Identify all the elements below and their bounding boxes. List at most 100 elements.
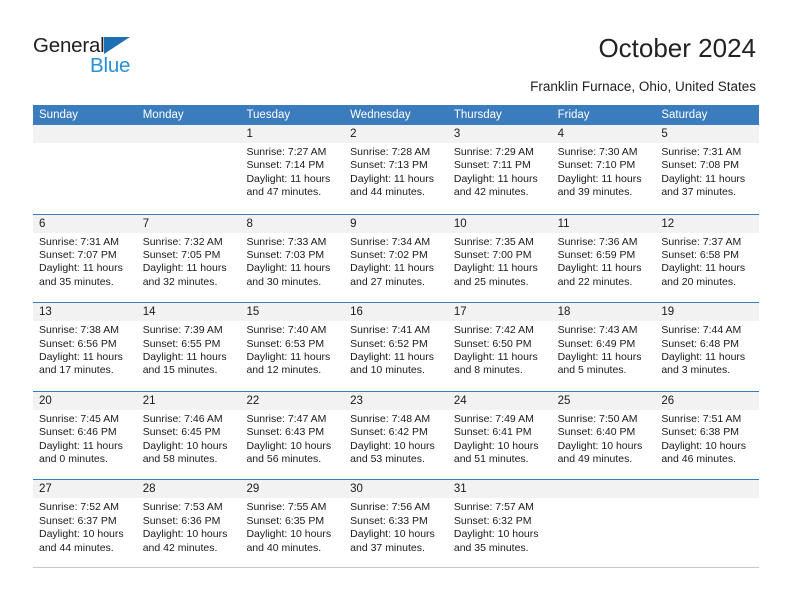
day-number: [33, 125, 137, 143]
calendar-day-cell[interactable]: 7 Sunrise: 7:32 AM Sunset: 7:05 PM Daylight…: [136, 214, 241, 303]
sunset-text: Sunset: 6:56 PM: [39, 337, 117, 350]
calendar-day-cell[interactable]: 19 Sunrise: 7:44 AM Sunset: 6:48 PM Dayligh…: [655, 303, 760, 391]
day-sun-info: Sunrise: 7:34 AM Sunset: 7:02 PM Daylight:…: [344, 233, 448, 290]
daylight-text-line2: and 17 minutes.: [39, 364, 114, 377]
calendar-day-cell[interactable]: 30 Sunrise: 7:56 AM Sunset: 6:33 PM Dayligh…: [344, 480, 448, 567]
calendar-day-cell[interactable]: 15 Sunrise: 7:40 AM Sunset: 6:53 PM Dayligh…: [240, 303, 345, 391]
calendar-week-row: 1 Sunrise: 7:27 AM Sunset: 7:14 PM Daylight…: [33, 125, 760, 214]
sunrise-text: Sunrise: 7:34 AM: [350, 235, 431, 248]
calendar-day-cell[interactable]: 18 Sunrise: 7:43 AM Sunset: 6:49 PM Dayligh…: [551, 303, 656, 391]
calendar-day-cell[interactable]: 4 Sunrise: 7:30 AM Sunset: 7:10 PM Daylight…: [551, 125, 656, 214]
weekday-header-wednesday: Wednesday: [350, 109, 411, 121]
calendar-day-cell[interactable]: 20 Sunrise: 7:45 AM Sunset: 6:46 PM Dayligh…: [33, 391, 137, 480]
general-blue-logo[interactable]: General Blue: [33, 34, 213, 82]
sunrise-text: Sunrise: 7:32 AM: [142, 235, 223, 248]
day-number: 15: [240, 303, 345, 322]
calendar-day-cell[interactable]: 22 Sunrise: 7:47 AM Sunset: 6:43 PM Dayligh…: [240, 391, 345, 480]
sunset-text: Sunset: 7:02 PM: [350, 249, 428, 261]
calendar-day-cell[interactable]: 24 Sunrise: 7:49 AM Sunset: 6:41 PM Dayligh…: [447, 391, 552, 480]
daylight-text-line2: and 35 minutes.: [453, 541, 529, 554]
sunrise-text: Sunrise: 7:48 AM: [350, 412, 431, 425]
daylight-text-line1: Daylight: 11 hours: [39, 262, 123, 275]
day-sun-info: Sunrise: 7:53 AM Sunset: 6:36 PM Daylight:…: [137, 498, 241, 555]
weekday-header-saturday: Saturday: [661, 109, 708, 121]
sunset-text: Sunset: 6:38 PM: [661, 426, 739, 439]
sunrise-text: Sunrise: 7:37 AM: [661, 235, 742, 248]
day-number: 18: [551, 303, 656, 322]
daylight-text-line2: and 46 minutes.: [661, 453, 737, 465]
daylight-text-line1: Daylight: 11 hours: [557, 172, 642, 185]
calendar-day-cell[interactable]: 27 Sunrise: 7:52 AM Sunset: 6:37 PM Dayligh…: [33, 480, 137, 567]
calendar-day-cell[interactable]: 12 Sunrise: 7:37 AM Sunset: 6:58 PM Dayligh…: [655, 214, 760, 303]
calendar-day-cell[interactable]: 9 Sunrise: 7:34 AM Sunset: 7:02 PM Daylight…: [344, 214, 448, 303]
day-number: 20: [33, 391, 137, 410]
calendar-day-cell[interactable]: 8 Sunrise: 7:33 AM Sunset: 7:03 PM Daylight…: [240, 214, 345, 303]
calendar-day-cell[interactable]: 10 Sunrise: 7:35 AM Sunset: 7:00 PM Dayligh…: [447, 214, 552, 303]
daylight-text-line1: Daylight: 11 hours: [661, 172, 746, 185]
calendar-day-cell[interactable]: 1 Sunrise: 7:27 AM Sunset: 7:14 PM Daylight…: [240, 125, 345, 214]
calendar-day-cell[interactable]: 23 Sunrise: 7:48 AM Sunset: 6:42 PM Dayligh…: [344, 391, 448, 480]
day-sun-info: Sunrise: 7:43 AM Sunset: 6:49 PM Daylight:…: [552, 321, 656, 378]
sunrise-text: Sunrise: 7:51 AM: [661, 412, 742, 425]
day-sun-info: Sunrise: 7:46 AM Sunset: 6:45 PM Daylight:…: [137, 410, 241, 467]
calendar-day-cell[interactable]: 31 Sunrise: 7:57 AM Sunset: 6:32 PM Dayligh…: [447, 480, 552, 567]
calendar-day-cell[interactable]: 14 Sunrise: 7:39 AM Sunset: 6:55 PM Dayligh…: [136, 303, 241, 391]
daylight-text-line2: and 44 minutes.: [39, 541, 114, 554]
daylight-text-line1: Daylight: 10 hours: [39, 528, 124, 541]
day-sun-info: Sunrise: 7:48 AM Sunset: 6:42 PM Daylight:…: [344, 410, 448, 467]
sunset-text: Sunset: 6:42 PM: [350, 426, 428, 439]
day-number: [551, 480, 656, 499]
logo-triangle-icon: [104, 37, 130, 54]
daylight-text-line2: and 42 minutes.: [142, 541, 218, 554]
daylight-text-line2: and 0 minutes.: [39, 453, 108, 465]
weekday-header-thursday: Thursday: [453, 109, 502, 121]
day-sun-info: Sunrise: 7:51 AM Sunset: 6:38 PM Daylight:…: [655, 410, 759, 467]
daylight-text-line1: Daylight: 10 hours: [246, 439, 332, 452]
calendar-day-cell[interactable]: 25 Sunrise: 7:50 AM Sunset: 6:40 PM Dayligh…: [551, 391, 656, 480]
daylight-text-line2: and 22 minutes.: [557, 275, 633, 288]
sunset-text: Sunset: 6:45 PM: [142, 426, 221, 439]
calendar-day-cell[interactable]: 6 Sunrise: 7:31 AM Sunset: 7:07 PM Daylight…: [33, 214, 137, 303]
sunrise-text: Sunrise: 7:56 AM: [350, 501, 431, 514]
day-sun-info: [33, 143, 137, 146]
daylight-text-line1: Daylight: 11 hours: [39, 351, 123, 363]
day-sun-info: Sunrise: 7:36 AM Sunset: 6:59 PM Daylight:…: [552, 233, 656, 290]
day-sun-info: Sunrise: 7:40 AM Sunset: 6:53 PM Daylight:…: [240, 321, 344, 378]
sunset-text: Sunset: 6:50 PM: [453, 337, 532, 350]
day-sun-info: Sunrise: 7:29 AM Sunset: 7:11 PM Daylight:…: [448, 143, 552, 200]
calendar-day-cell[interactable]: 29 Sunrise: 7:55 AM Sunset: 6:35 PM Dayligh…: [240, 480, 345, 567]
calendar-day-cell[interactable]: 26 Sunrise: 7:51 AM Sunset: 6:38 PM Dayligh…: [655, 391, 760, 480]
sunrise-text: Sunrise: 7:29 AM: [453, 146, 534, 158]
sunrise-text: Sunrise: 7:46 AM: [142, 412, 223, 425]
sunset-text: Sunset: 6:53 PM: [246, 337, 325, 350]
calendar-day-cell[interactable]: 28 Sunrise: 7:53 AM Sunset: 6:36 PM Dayligh…: [136, 480, 241, 567]
calendar-day-cell[interactable]: 13 Sunrise: 7:38 AM Sunset: 6:56 PM Dayligh…: [33, 303, 137, 391]
day-number: 27: [33, 480, 137, 499]
sunset-text: Sunset: 7:11 PM: [453, 159, 531, 172]
calendar-day-cell-empty: [136, 125, 241, 214]
sunset-text: Sunset: 7:00 PM: [453, 249, 532, 261]
calendar-day-cell[interactable]: 5 Sunrise: 7:31 AM Sunset: 7:08 PM Daylight…: [655, 125, 760, 214]
day-sun-info: Sunrise: 7:49 AM Sunset: 6:41 PM Daylight:…: [448, 410, 552, 467]
calendar-day-cell[interactable]: 2 Sunrise: 7:28 AM Sunset: 7:13 PM Daylight…: [344, 125, 448, 214]
daylight-text-line1: Daylight: 11 hours: [350, 262, 435, 275]
calendar-day-cell[interactable]: 11 Sunrise: 7:36 AM Sunset: 6:59 PM Dayligh…: [551, 214, 656, 303]
calendar-week-row: 13 Sunrise: 7:38 AM Sunset: 6:56 PM Dayligh…: [33, 302, 760, 391]
calendar-day-cell[interactable]: 21 Sunrise: 7:46 AM Sunset: 6:45 PM Dayligh…: [136, 391, 241, 480]
sunset-text: Sunset: 7:10 PM: [557, 159, 636, 172]
day-number: 16: [344, 303, 448, 322]
daylight-text-line1: Daylight: 10 hours: [661, 439, 746, 452]
sunset-text: Sunset: 6:49 PM: [557, 337, 636, 350]
sunset-text: Sunset: 6:48 PM: [661, 337, 739, 350]
day-sun-info: Sunrise: 7:39 AM Sunset: 6:55 PM Daylight:…: [137, 321, 241, 378]
sunset-text: Sunset: 6:40 PM: [557, 426, 636, 439]
calendar-day-cell[interactable]: 17 Sunrise: 7:42 AM Sunset: 6:50 PM Dayligh…: [447, 303, 552, 391]
calendar-day-cell[interactable]: 16 Sunrise: 7:41 AM Sunset: 6:52 PM Dayligh…: [344, 303, 448, 391]
daylight-text-line2: and 56 minutes.: [246, 453, 322, 465]
sunrise-text: Sunrise: 7:27 AM: [246, 146, 327, 158]
sunset-text: Sunset: 7:14 PM: [246, 159, 325, 172]
calendar-day-cell[interactable]: 3 Sunrise: 7:29 AM Sunset: 7:11 PM Daylight…: [447, 125, 552, 214]
sunrise-text: Sunrise: 7:52 AM: [39, 501, 119, 514]
sunrise-text: Sunrise: 7:43 AM: [557, 324, 638, 337]
daylight-text-line1: Daylight: 11 hours: [453, 172, 538, 185]
